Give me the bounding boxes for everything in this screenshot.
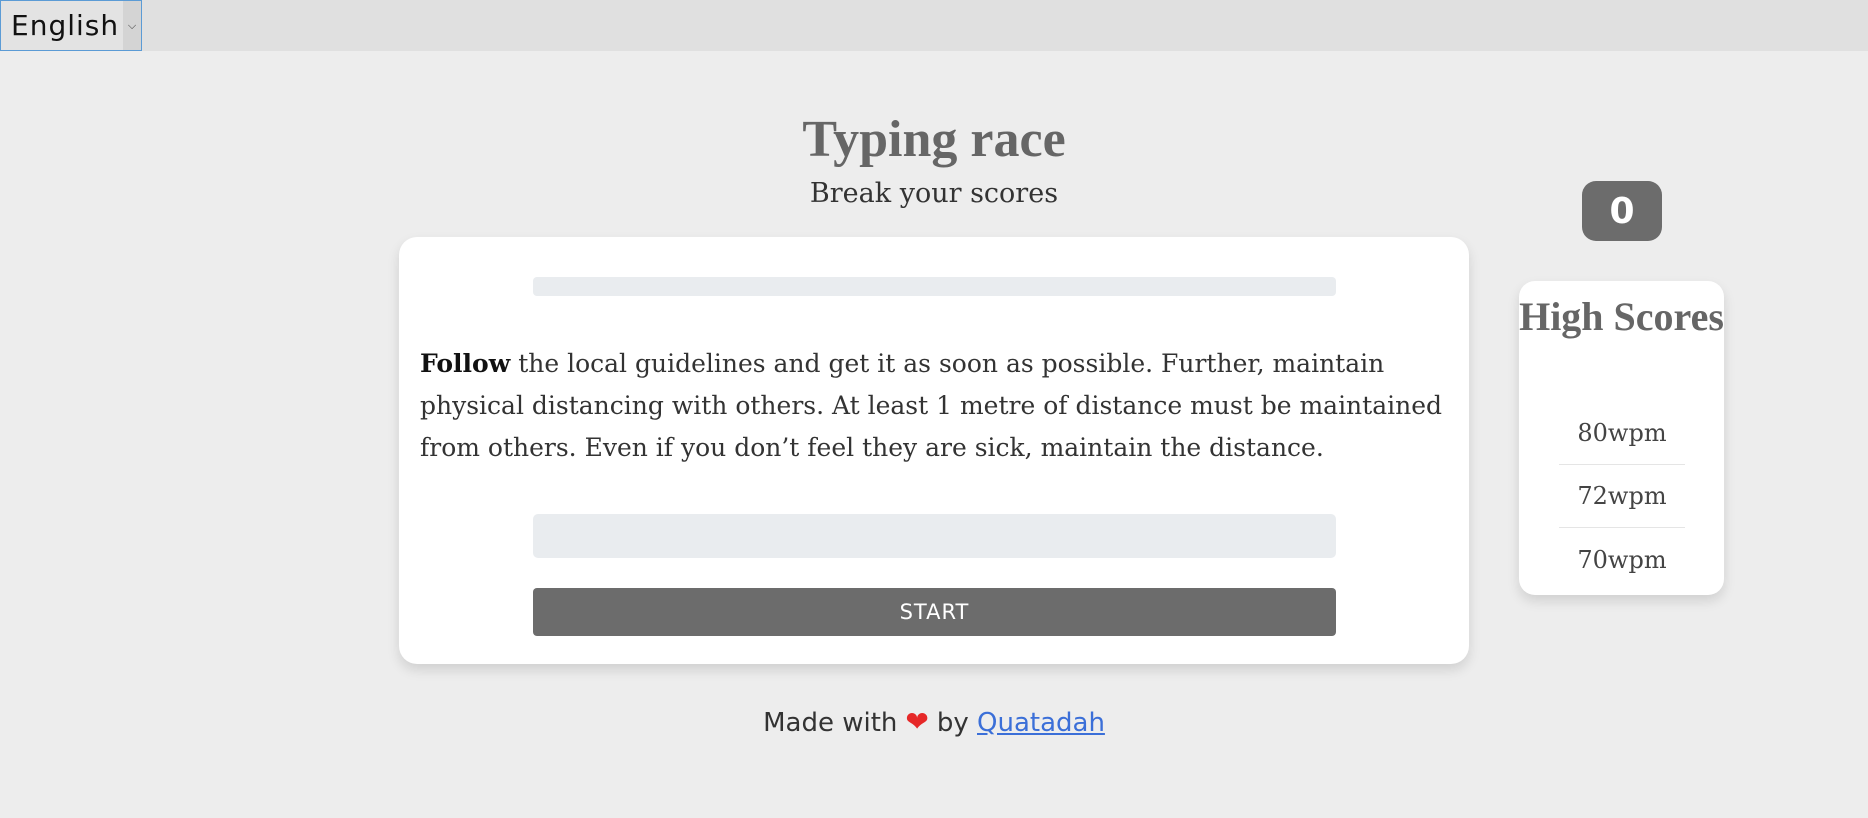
race-progress-bar [533,277,1336,296]
footer-made-with-text: Made with [763,708,898,738]
high-scores-title: High Scores [1519,294,1724,339]
high-score-item: 70wpm [1577,545,1667,574]
high-score-item: 80wpm [1559,402,1685,465]
passage-current-word: Follow [420,349,511,378]
language-select[interactable]: English ⌵ [0,0,142,51]
passage-text: Follow the local guidelines and get it a… [420,343,1450,469]
language-select-value: English [11,9,120,42]
heart-icon: ❤ [905,705,929,738]
page-title: Typing race [802,111,1066,168]
language-bar: English ⌵ [0,0,1868,51]
footer-by-text: by [936,708,969,738]
high-scores-list: 80wpm 72wpm 70wpm [1559,402,1685,591]
current-score-badge: 0 [1582,181,1662,241]
start-button[interactable]: START [533,588,1336,636]
footer: Made with ❤ by Quatadah [0,705,1868,738]
high-scores-card: High Scores 80wpm 72wpm 70wpm [1519,281,1724,595]
passage-remaining-text: the local guidelines and get it as soon … [420,349,1443,462]
race-card: Follow the local guidelines and get it a… [399,237,1469,664]
chevron-down-icon[interactable]: ⌵ [123,1,141,50]
high-score-item: 72wpm [1559,465,1685,528]
author-link[interactable]: Quatadah [977,708,1105,738]
typing-input[interactable] [533,514,1336,558]
